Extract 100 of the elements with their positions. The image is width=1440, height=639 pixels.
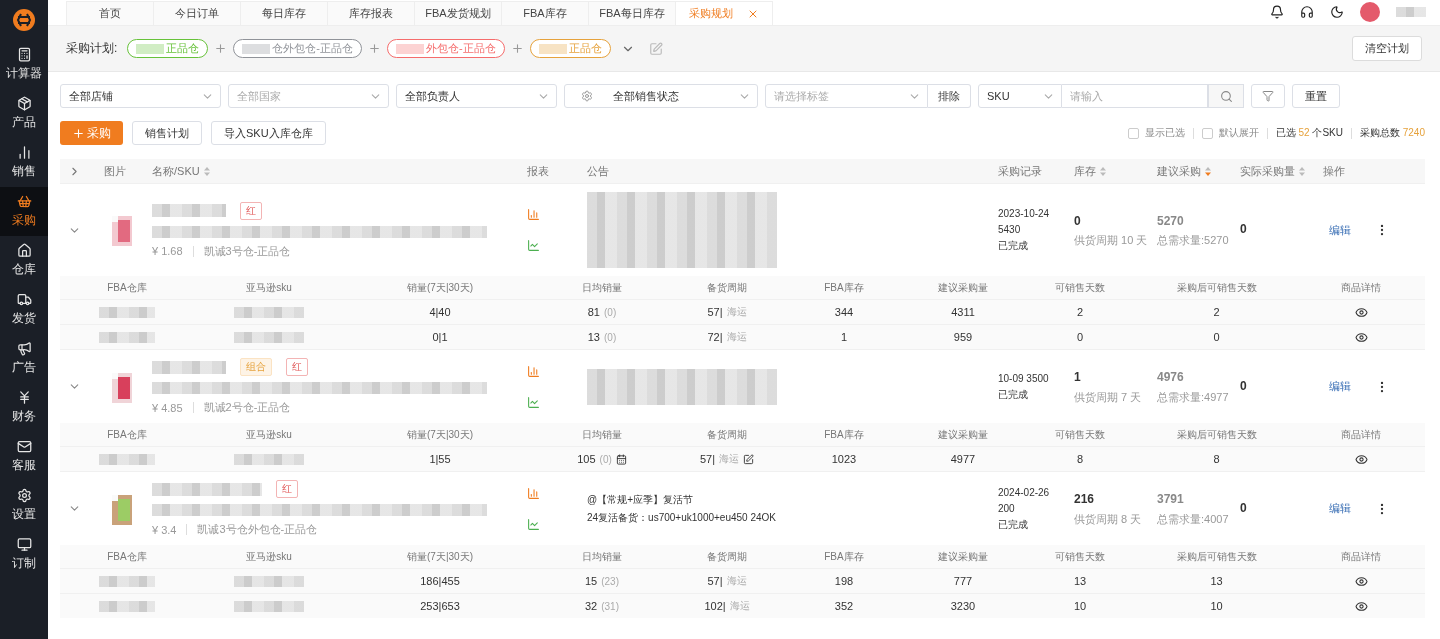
sidebar-item[interactable]: 采购 <box>0 187 48 236</box>
line-chart-icon[interactable] <box>527 239 540 252</box>
edit-icon[interactable] <box>743 453 755 465</box>
exclude-button[interactable]: 排除 <box>928 84 971 108</box>
filter-icon <box>1262 90 1274 102</box>
supply-cycle: 供货周期 7 天 <box>1074 389 1143 405</box>
eye-icon[interactable] <box>1354 452 1368 466</box>
checkbox[interactable] <box>1201 127 1213 139</box>
column-header: FBA仓库 <box>106 280 148 295</box>
column-header: 销量(7天|30天) <box>406 280 474 295</box>
monitor-icon <box>16 537 32 552</box>
sidebar-item[interactable]: 客服 <box>0 432 48 481</box>
blurred-text <box>99 453 155 465</box>
daily-sales: 105 <box>577 453 596 465</box>
bar-chart-icon[interactable] <box>527 208 540 221</box>
column-header: 建议采购量 <box>937 549 989 564</box>
plus-icon[interactable] <box>368 42 381 55</box>
eye-icon[interactable] <box>1354 330 1368 344</box>
mail-icon <box>16 439 32 454</box>
sidebar-item[interactable]: 订制 <box>0 530 48 579</box>
sort-icon[interactable] <box>1299 166 1305 176</box>
search-field[interactable]: 请输入 <box>1062 84 1208 108</box>
sort-icon[interactable] <box>203 166 210 176</box>
blurred-text <box>99 306 155 318</box>
sidebar-item[interactable]: 财务 <box>0 383 48 432</box>
eye-icon[interactable] <box>1354 599 1368 613</box>
calculator-icon <box>16 47 32 62</box>
edit-link[interactable]: 编辑 <box>1329 379 1351 394</box>
select-field[interactable]: 全部销售状态 <box>564 84 758 108</box>
eye-icon[interactable] <box>1354 305 1368 319</box>
stock-cycle: 102| <box>704 600 726 612</box>
avatar[interactable] <box>1360 2 1380 22</box>
warehouse: 凯诚3号仓-正品仓 <box>203 243 291 259</box>
sort-icon[interactable] <box>1205 166 1211 176</box>
column-header: 名称/SKU <box>152 163 200 179</box>
sellable-days: 2 <box>1076 306 1084 318</box>
record-text: 5430 <box>998 223 1022 237</box>
column-header: 商品详情 <box>1340 280 1382 295</box>
line-chart-icon[interactable] <box>527 395 540 409</box>
house-icon <box>16 243 32 258</box>
headset-icon[interactable] <box>1300 5 1314 19</box>
tag: 组合 <box>240 358 272 376</box>
checkbox[interactable] <box>1127 127 1139 139</box>
column-header: 建议采购量 <box>937 427 989 442</box>
sku-select[interactable]: SKU <box>978 84 1062 108</box>
stock-cycle: 72| <box>707 331 723 343</box>
search-button[interactable] <box>1208 84 1244 108</box>
tab[interactable]: 今日订单 <box>153 1 241 25</box>
record-text: 10-09 3500 <box>998 371 1050 386</box>
sort-icon[interactable] <box>1100 166 1106 176</box>
column-header: 可销售天数 <box>1054 427 1106 442</box>
tab[interactable]: 库存报表 <box>327 1 415 25</box>
tab[interactable]: FBA库存 <box>501 1 589 25</box>
action-button[interactable]: 导入SKU入库仓库 <box>211 121 326 145</box>
blurred-text <box>99 331 155 343</box>
demand-total: 总需求量:5270 <box>1157 233 1230 249</box>
reset-button[interactable]: 重置 <box>1292 84 1340 108</box>
sidebar-item[interactable]: 销售 <box>0 138 48 187</box>
select-field[interactable]: 全部负责人 <box>396 84 557 108</box>
plus-icon[interactable] <box>510 42 524 55</box>
daily-sales: 81 <box>587 306 600 318</box>
bell-icon[interactable] <box>1270 5 1284 19</box>
sales-count: 0|1 <box>432 331 448 343</box>
sidebar-item[interactable]: 发货 <box>0 285 48 334</box>
tab[interactable]: FBA发货规划 <box>414 1 502 25</box>
sidebar-item[interactable]: 仓库 <box>0 236 48 285</box>
sellable-days: 0 <box>1076 331 1084 343</box>
shipping-mode: 海运 <box>726 305 747 319</box>
suggested-qty: 959 <box>953 331 973 343</box>
blurred-text <box>234 331 304 343</box>
action-button[interactable]: 销售计划 <box>132 121 202 145</box>
moon-icon[interactable] <box>1330 5 1344 19</box>
column-header: 销量(7天|30天) <box>406 427 474 442</box>
price: ¥ 4.85 <box>152 401 183 414</box>
plus-icon[interactable] <box>214 42 228 55</box>
filter-button[interactable] <box>1251 84 1285 108</box>
sidebar-item[interactable]: 产品 <box>0 89 48 138</box>
select-field[interactable]: 全部店铺 <box>60 84 221 108</box>
line-chart-icon[interactable] <box>527 517 540 531</box>
clear-plan-button[interactable]: 清空计划 <box>1352 36 1422 61</box>
search-icon <box>1219 89 1233 103</box>
bar-chart-icon[interactable] <box>527 364 540 378</box>
tab[interactable]: FBA每日库存 <box>588 1 676 25</box>
plus-icon <box>72 126 85 140</box>
actual-qty: 0 <box>1240 221 1248 239</box>
bar-chart-icon[interactable] <box>527 486 540 500</box>
announcement: @【常规+应季】复活节 <box>587 492 694 507</box>
tab[interactable]: 每日库存 <box>240 1 328 25</box>
calendar-icon[interactable] <box>615 453 627 465</box>
eye-icon[interactable] <box>1354 574 1368 588</box>
sidebar-item[interactable]: 设置 <box>0 481 48 530</box>
sidebar-item[interactable]: 计算器 <box>0 40 48 89</box>
edit-link[interactable]: 编辑 <box>1329 501 1351 516</box>
suggested-qty: 777 <box>953 575 973 587</box>
sidebar-item[interactable]: 广告 <box>0 334 48 383</box>
box-icon <box>16 96 32 111</box>
tab[interactable]: 首页 <box>66 1 154 25</box>
edit-link[interactable]: 编辑 <box>1329 222 1351 238</box>
column-header: 采购后可销售天数 <box>1175 427 1258 442</box>
column-header: FBA库存 <box>823 427 865 442</box>
